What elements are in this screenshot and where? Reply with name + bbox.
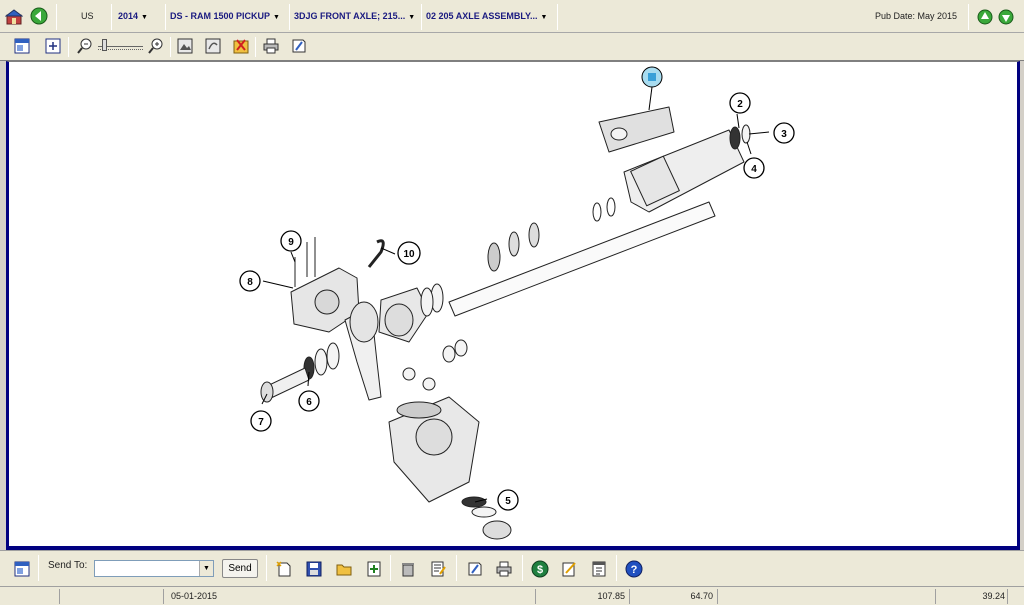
home-icon[interactable]: [5, 8, 23, 26]
callout-7[interactable]: 7: [250, 410, 272, 432]
callout-7-label: 7: [258, 417, 264, 428]
svg-text:$: $: [537, 564, 543, 576]
callout-2-label: 2: [737, 99, 743, 110]
send-button[interactable]: Send: [222, 559, 258, 578]
open-folder-icon[interactable]: [335, 560, 353, 578]
save-icon[interactable]: [305, 560, 323, 578]
component-dropdown[interactable]: 3DJG FRONT AXLE; 215... ▼: [294, 8, 415, 25]
help-icon[interactable]: ?: [625, 560, 643, 578]
callout-10-label: 10: [403, 249, 415, 260]
status-value-2: 64.70: [630, 589, 718, 604]
status-cell: [0, 589, 60, 604]
status-value-3: 39.24: [936, 589, 1008, 604]
note-icon[interactable]: [290, 37, 308, 55]
status-cell: [718, 589, 936, 604]
print-icon[interactable]: [262, 37, 280, 55]
callout-5[interactable]: 5: [497, 489, 519, 511]
edit-note-icon[interactable]: [560, 560, 578, 578]
fit-to-window-icon[interactable]: [44, 37, 62, 55]
callout-1[interactable]: [641, 66, 663, 88]
add-icon[interactable]: [365, 560, 383, 578]
down-arrow-icon[interactable]: [997, 8, 1015, 26]
callout-10[interactable]: 10: [397, 241, 421, 265]
chevron-down-icon: ▼: [141, 14, 148, 21]
send-to-label: Send To:: [48, 560, 88, 571]
callout-3[interactable]: 3: [773, 122, 795, 144]
note-icon[interactable]: [466, 560, 484, 578]
exploded-view-diagram: 2 3 4 5 6 7 8 9 10: [6, 61, 1020, 550]
component-value: 3DJG FRONT AXLE; 215...: [294, 11, 406, 21]
callout-6-label: 6: [306, 397, 312, 408]
callout-9[interactable]: 9: [280, 230, 302, 252]
price-icon[interactable]: $: [531, 560, 549, 578]
chevron-down-icon[interactable]: ▼: [199, 561, 213, 576]
svg-text:?: ?: [631, 564, 638, 576]
remove-image-icon[interactable]: [232, 37, 250, 55]
callout-2[interactable]: 2: [729, 92, 751, 114]
callout-8-label: 8: [247, 277, 253, 288]
status-date: 05-01-2015: [164, 589, 536, 604]
image-view-icon[interactable]: [176, 37, 194, 55]
callout-4-label: 4: [751, 164, 757, 175]
zoom-in-icon[interactable]: [147, 37, 165, 55]
group-value: 02 205 AXLE ASSEMBLY...: [426, 11, 538, 21]
chevron-down-icon: ▼: [273, 14, 280, 21]
callout-9-label: 9: [288, 237, 294, 248]
top-navigation-bar: US 2014 ▼ DS - RAM 1500 PICKUP ▼ 3DJG FRON…: [0, 0, 1024, 33]
callout-3-label: 3: [781, 129, 787, 140]
group-dropdown[interactable]: 02 205 AXLE ASSEMBLY... ▼: [426, 8, 547, 25]
axle-assembly-illustration: 2 3 4 5 6 7 8 9 10: [239, 66, 795, 540]
callout-5-label: 5: [505, 496, 511, 507]
year-value: 2014: [118, 11, 139, 21]
status-bar: 05-01-2015 107.85 64.70 39.24: [0, 586, 1024, 605]
parts-list-icon[interactable]: [590, 560, 608, 578]
status-cell: [60, 589, 164, 604]
trash-icon[interactable]: [399, 560, 417, 578]
image-toolbar: [0, 33, 1024, 61]
new-icon[interactable]: [275, 560, 293, 578]
pub-date: Pub Date: May 2015: [875, 11, 958, 21]
back-icon[interactable]: [30, 7, 48, 25]
zoom-out-icon[interactable]: [76, 37, 94, 55]
print-icon[interactable]: [495, 560, 513, 578]
callout-6[interactable]: 6: [298, 390, 320, 412]
up-arrow-icon[interactable]: [976, 8, 994, 26]
model-dropdown[interactable]: DS - RAM 1500 PICKUP ▼: [170, 8, 280, 25]
window-icon[interactable]: [13, 560, 31, 578]
window-icon[interactable]: [13, 37, 31, 55]
edit-list-icon[interactable]: [429, 560, 447, 578]
year-dropdown[interactable]: 2014 ▼: [118, 8, 148, 25]
callout-8[interactable]: 8: [239, 270, 261, 292]
callout-4[interactable]: 4: [743, 157, 765, 179]
send-toolbar: Send To: ▼ Send $ ?: [0, 550, 1024, 586]
region-label: US: [81, 11, 94, 21]
status-value-1: 107.85: [536, 589, 630, 604]
chevron-down-icon: ▼: [408, 14, 416, 21]
send-to-select[interactable]: ▼: [94, 560, 214, 577]
zoom-slider[interactable]: [98, 39, 143, 55]
rotate-image-icon[interactable]: [204, 37, 222, 55]
model-value: DS - RAM 1500 PICKUP: [170, 11, 271, 21]
chevron-down-icon: ▼: [540, 14, 548, 21]
